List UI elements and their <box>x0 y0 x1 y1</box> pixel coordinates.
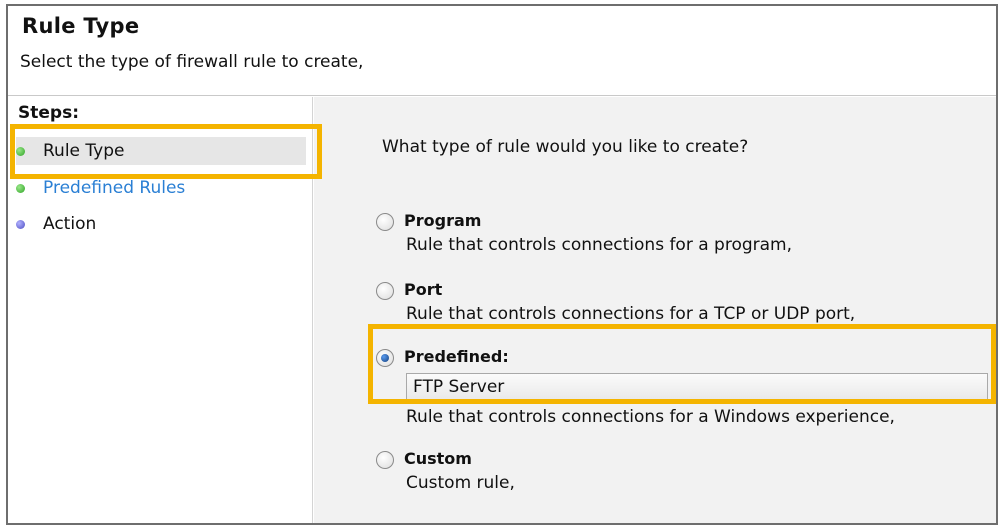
option-port[interactable]: Port Rule that controls connections for … <box>376 280 986 330</box>
step-label: Predefined Rules <box>43 178 186 198</box>
step-action: Action <box>16 210 306 238</box>
purple-bullet-icon <box>16 219 25 229</box>
dropdown-selected-value: FTP Server <box>413 377 505 397</box>
step-predefined-rules[interactable]: Predefined Rules <box>16 174 306 202</box>
option-label: Predefined: <box>404 347 509 366</box>
rule-type-content: What type of rule would you like to crea… <box>314 97 996 523</box>
wizard-header: Rule Type Select the type of firewall ru… <box>8 6 996 96</box>
custom-radio[interactable] <box>376 451 394 469</box>
page-title: Rule Type <box>22 14 140 38</box>
green-bullet-icon <box>16 183 25 193</box>
option-description: Rule that controls connections for a Win… <box>406 407 895 427</box>
step-rule-type[interactable]: Rule Type <box>16 137 306 165</box>
steps-pane: Steps: Rule Type Predefined Rules Action <box>8 97 313 523</box>
wizard-window: Rule Type Select the type of firewall ru… <box>6 4 998 525</box>
option-predefined[interactable]: Predefined: FTP Server Rule that control… <box>376 347 988 427</box>
predefined-rule-dropdown[interactable]: FTP Server <box>406 373 988 401</box>
page-subtitle: Select the type of firewall rule to crea… <box>20 52 364 72</box>
step-label: Rule Type <box>43 141 125 161</box>
rule-type-question: What type of rule would you like to crea… <box>382 137 749 157</box>
option-custom[interactable]: Custom Custom rule, <box>376 449 986 499</box>
predefined-radio[interactable] <box>376 349 394 367</box>
option-label: Program <box>404 211 482 230</box>
option-label: Port <box>404 280 443 299</box>
green-bullet-icon <box>16 146 25 156</box>
step-label: Action <box>43 214 97 234</box>
option-description: Custom rule, <box>406 473 515 493</box>
program-radio[interactable] <box>376 213 394 231</box>
option-program[interactable]: Program Rule that controls connections f… <box>376 211 986 261</box>
steps-heading: Steps: <box>18 103 79 123</box>
option-description: Rule that controls connections for a pro… <box>406 235 793 255</box>
option-label: Custom <box>404 449 472 468</box>
option-description: Rule that controls connections for a TCP… <box>406 304 856 324</box>
port-radio[interactable] <box>376 282 394 300</box>
